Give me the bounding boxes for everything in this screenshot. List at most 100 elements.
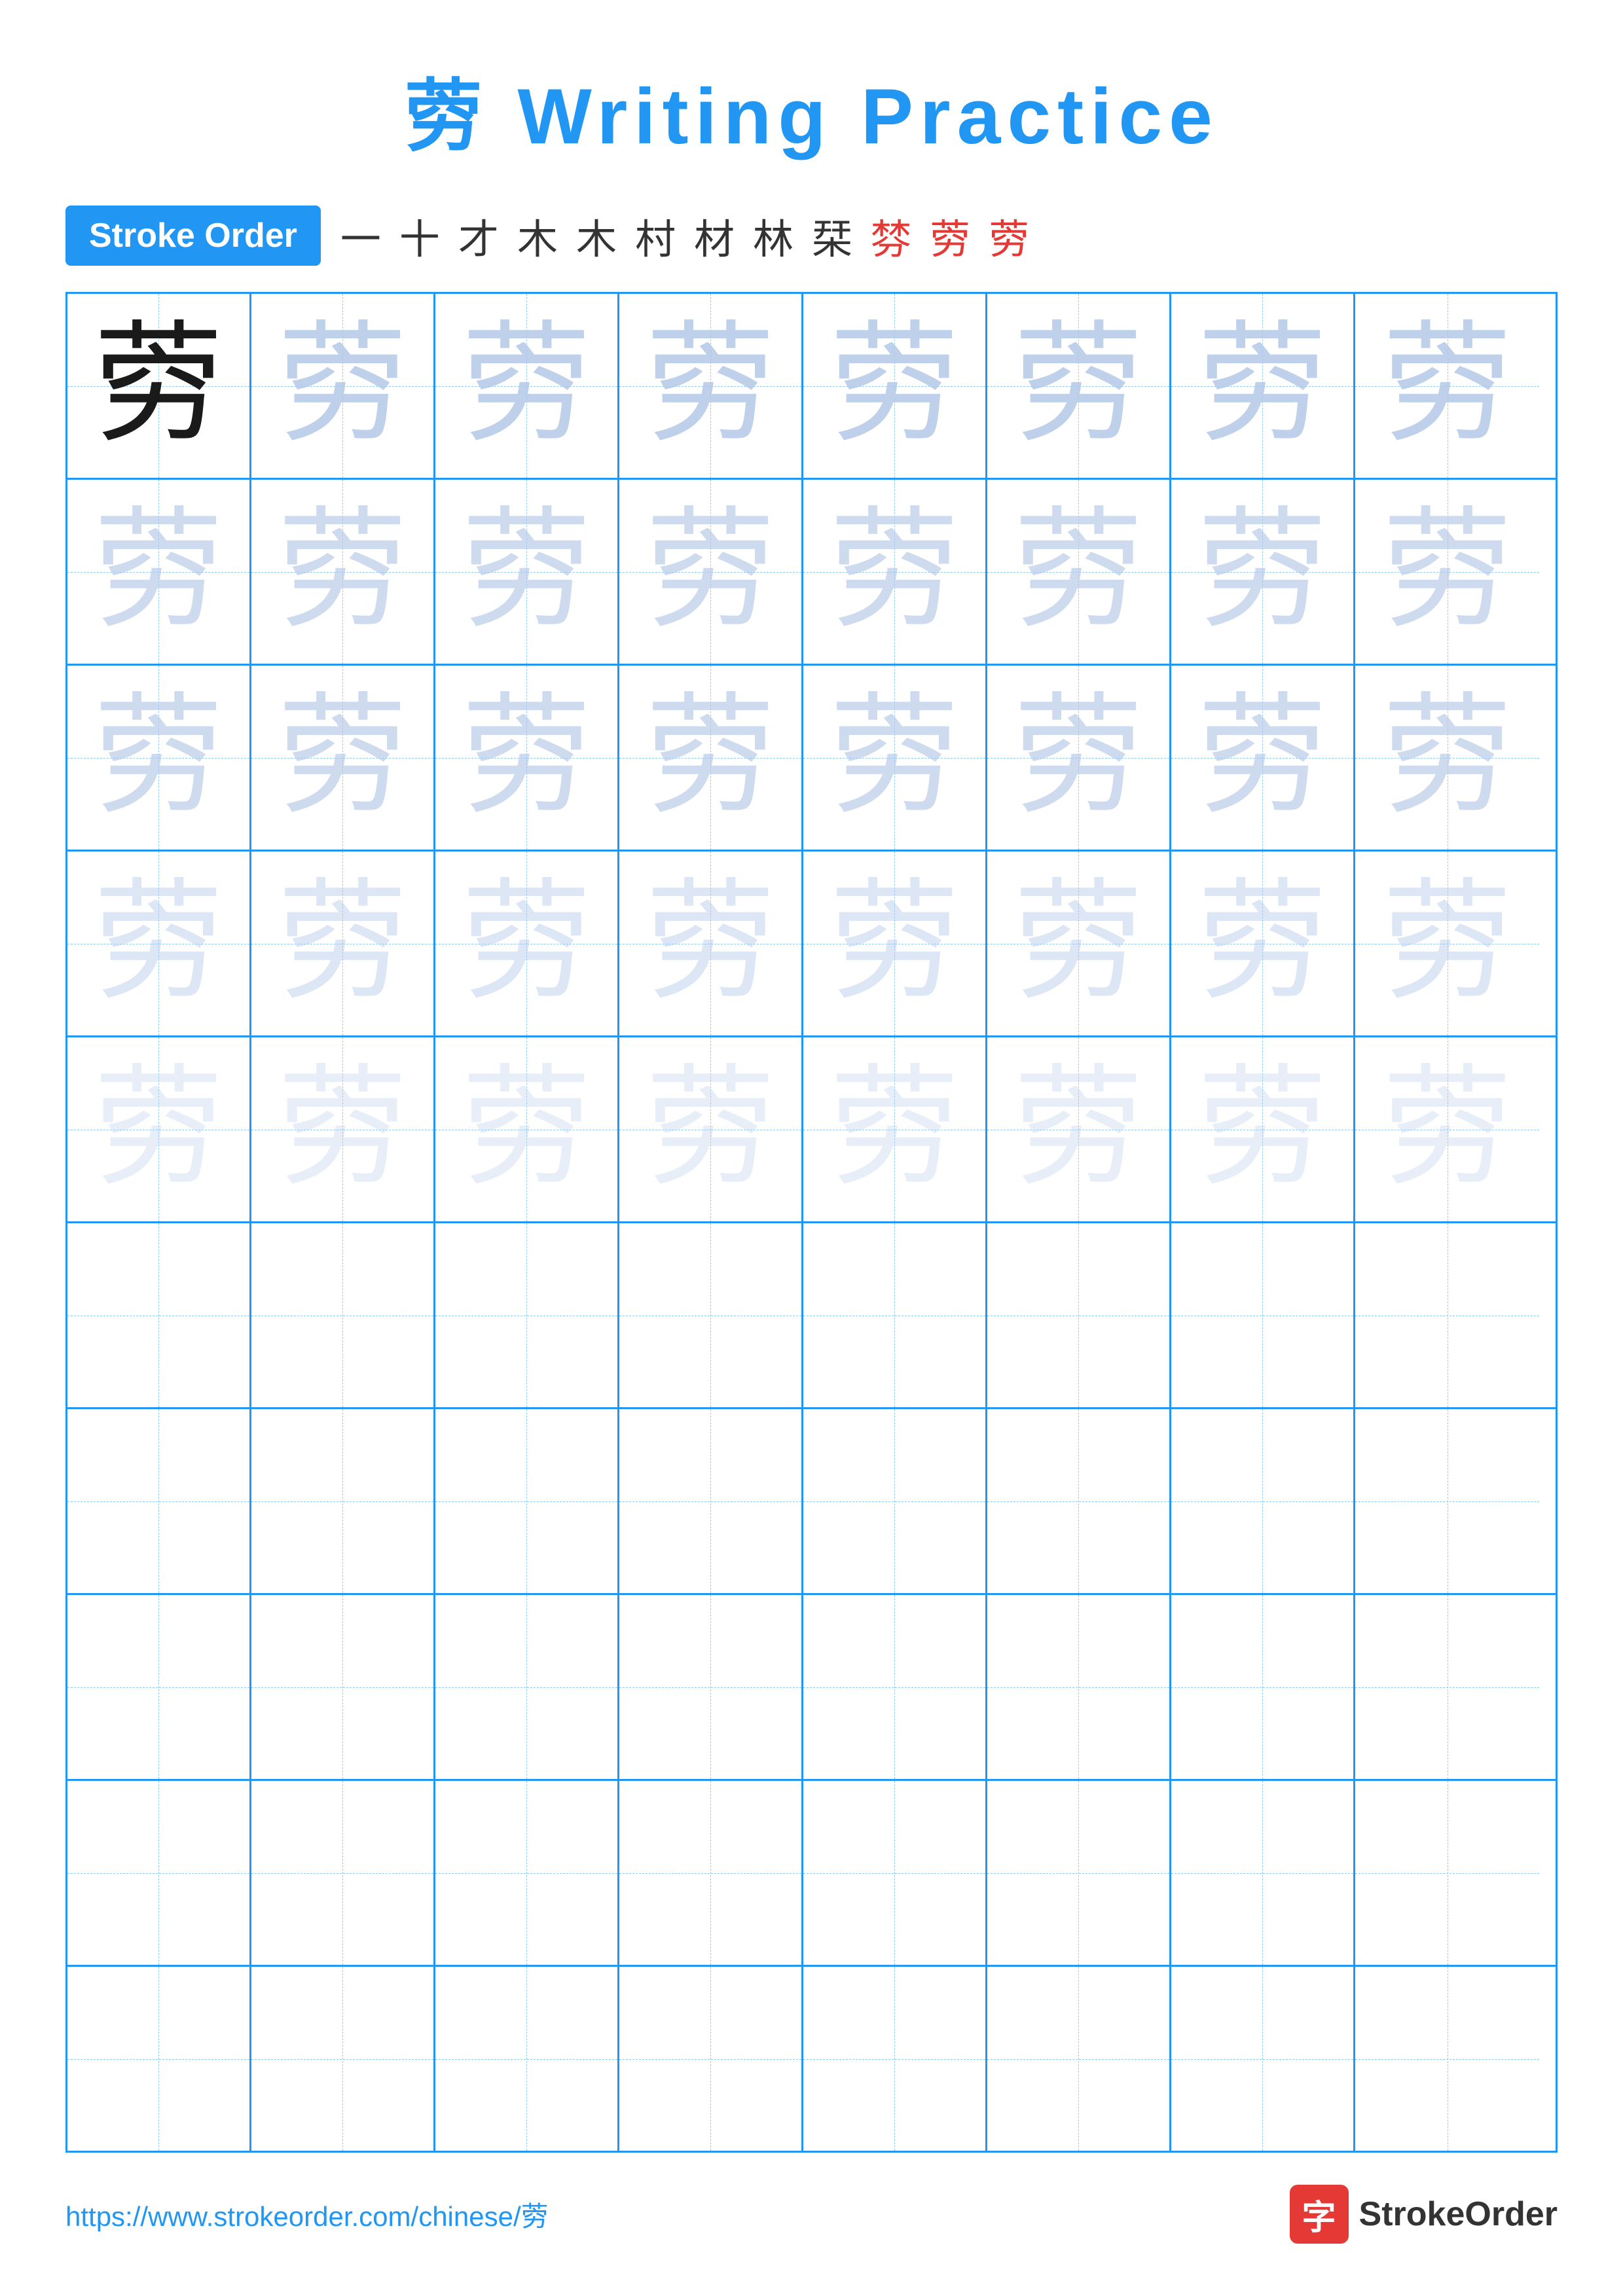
title-text: Writing Practice [517,73,1218,160]
cell-4-1: 䓖 [67,852,251,1035]
cell-3-3: 䓖 [435,666,619,850]
cell-7-2[interactable] [251,1409,435,1593]
cell-4-3: 䓖 [435,852,619,1035]
cell-1-7: 䓖 [1171,294,1355,478]
cell-2-5: 䓖 [803,480,987,664]
cell-10-2[interactable] [251,1967,435,2151]
cell-8-2[interactable] [251,1595,435,1779]
cell-2-6: 䓖 [987,480,1171,664]
footer-logo: 字 StrokeOrder [1290,2185,1558,2244]
cell-7-7[interactable] [1171,1409,1355,1593]
stroke-2: 十 [399,206,440,265]
grid-row-7 [67,1409,1556,1595]
cell-4-6: 䓖 [987,852,1171,1035]
grid-row-5: 䓖 䓖 䓖 䓖 䓖 䓖 䓖 䓖 [67,1037,1556,1223]
cell-10-5[interactable] [803,1967,987,2151]
cell-10-1[interactable] [67,1967,251,2151]
cell-6-3[interactable] [435,1223,619,1407]
cell-9-1[interactable] [67,1781,251,1965]
cell-6-5[interactable] [803,1223,987,1407]
cell-6-4[interactable] [619,1223,803,1407]
grid-row-2: 䓖 䓖 䓖 䓖 䓖 䓖 䓖 䓖 [67,480,1556,666]
stroke-3: 才 [458,206,499,265]
cell-1-3: 䓖 [435,294,619,478]
cell-1-5: 䓖 [803,294,987,478]
cell-5-2: 䓖 [251,1037,435,1221]
cell-5-7: 䓖 [1171,1037,1355,1221]
cell-4-8: 䓖 [1355,852,1539,1035]
cell-4-4: 䓖 [619,852,803,1035]
cell-1-4: 䓖 [619,294,803,478]
cell-2-7: 䓖 [1171,480,1355,664]
grid-row-1: 䓖 䓖 䓖 䓖 䓖 䓖 䓖 䓖 [67,294,1556,480]
cell-10-6[interactable] [987,1967,1171,2151]
cell-8-7[interactable] [1171,1595,1355,1779]
cell-10-8[interactable] [1355,1967,1539,2151]
cell-10-4[interactable] [619,1967,803,2151]
cell-5-5: 䓖 [803,1037,987,1221]
cell-5-3: 䓖 [435,1037,619,1221]
cell-7-6[interactable] [987,1409,1171,1593]
cell-1-2: 䓖 [251,294,435,478]
cell-3-1: 䓖 [67,666,251,850]
cell-7-5[interactable] [803,1409,987,1593]
stroke-sequence: 一 十 才 木 木 村 材 林 栞 棼 䓖 䓖 [340,206,1029,265]
cell-9-3[interactable] [435,1781,619,1965]
cell-1-6: 䓖 [987,294,1171,478]
cell-10-3[interactable] [435,1967,619,2151]
cell-6-6[interactable] [987,1223,1171,1407]
footer: https://www.strokeorder.com/chinese/䓖 字 … [0,2185,1623,2244]
grid-row-6 [67,1223,1556,1409]
cell-9-7[interactable] [1171,1781,1355,1965]
cell-9-8[interactable] [1355,1781,1539,1965]
cell-3-8: 䓖 [1355,666,1539,850]
cell-7-1[interactable] [67,1409,251,1593]
stroke-order-badge: Stroke Order [65,206,321,266]
cell-9-5[interactable] [803,1781,987,1965]
cell-6-1[interactable] [67,1223,251,1407]
cell-8-3[interactable] [435,1595,619,1779]
page-title: 䓖 Writing Practice [0,0,1623,166]
logo-text: StrokeOrder [1359,2195,1558,2234]
cell-9-2[interactable] [251,1781,435,1965]
cell-3-4: 䓖 [619,666,803,850]
cell-2-4: 䓖 [619,480,803,664]
grid-row-3: 䓖 䓖 䓖 䓖 䓖 䓖 䓖 䓖 [67,666,1556,852]
cell-6-2[interactable] [251,1223,435,1407]
stroke-7: 材 [694,206,735,265]
cell-7-3[interactable] [435,1409,619,1593]
cell-5-1: 䓖 [67,1037,251,1221]
cell-2-3: 䓖 [435,480,619,664]
cell-9-4[interactable] [619,1781,803,1965]
cell-1-8: 䓖 [1355,294,1539,478]
stroke-12: 䓖 [989,206,1029,265]
cell-8-1[interactable] [67,1595,251,1779]
cell-3-7: 䓖 [1171,666,1355,850]
cell-8-8[interactable] [1355,1595,1539,1779]
stroke-6: 村 [635,206,676,265]
cell-7-8[interactable] [1355,1409,1539,1593]
cell-6-8[interactable] [1355,1223,1539,1407]
cell-4-5: 䓖 [803,852,987,1035]
grid-row-4: 䓖 䓖 䓖 䓖 䓖 䓖 䓖 䓖 [67,852,1556,1037]
cell-10-7[interactable] [1171,1967,1355,2151]
practice-grid: 䓖 䓖 䓖 䓖 䓖 䓖 䓖 䓖 䓖 䓖 䓖 䓖 䓖 䓖 䓖 䓖 䓖 䓖 䓖 䓖 … [65,292,1558,2153]
cell-8-5[interactable] [803,1595,987,1779]
cell-8-4[interactable] [619,1595,803,1779]
stroke-8: 林 [753,206,793,265]
cell-1-1: 䓖 [67,294,251,478]
cell-5-6: 䓖 [987,1037,1171,1221]
cell-3-6: 䓖 [987,666,1171,850]
cell-6-7[interactable] [1171,1223,1355,1407]
cell-8-6[interactable] [987,1595,1171,1779]
grid-row-8 [67,1595,1556,1781]
footer-url[interactable]: https://www.strokeorder.com/chinese/䓖 [65,2195,549,2234]
cell-7-4[interactable] [619,1409,803,1593]
cell-2-1: 䓖 [67,480,251,664]
title-char: 䓖 [404,73,489,160]
grid-row-10 [67,1967,1556,2151]
cell-9-6[interactable] [987,1781,1171,1965]
cell-3-5: 䓖 [803,666,987,850]
stroke-9: 栞 [812,206,852,265]
cell-3-2: 䓖 [251,666,435,850]
